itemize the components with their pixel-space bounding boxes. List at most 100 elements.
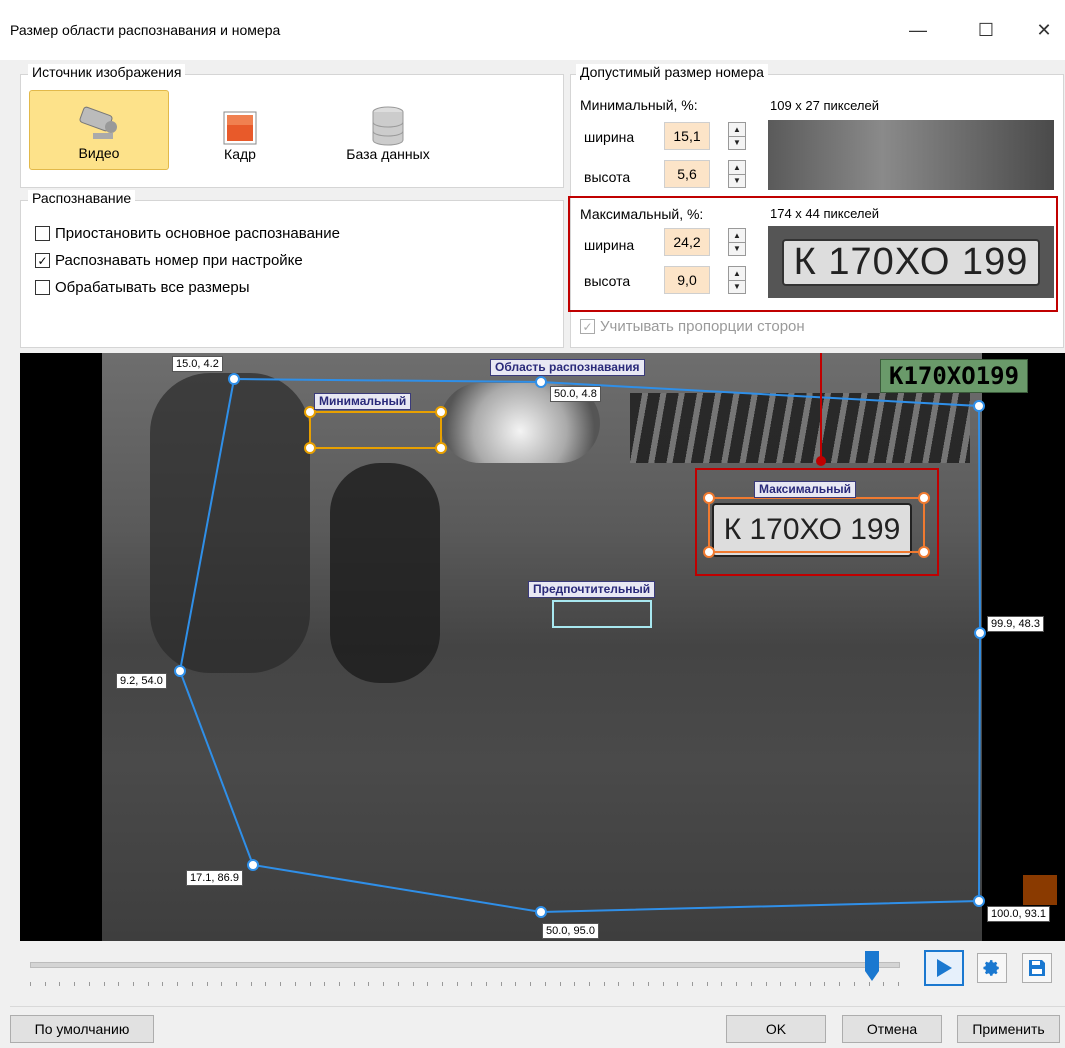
default-button[interactable]: По умолчанию <box>10 1015 154 1043</box>
timeline-tick <box>44 982 46 986</box>
spin-down-icon[interactable]: ▼ <box>729 243 745 256</box>
timeline-tick <box>397 982 399 986</box>
min-size-rect <box>309 411 442 449</box>
footer-divider <box>10 1006 1065 1007</box>
recognition-group-label: Распознавание <box>28 190 136 206</box>
save-button[interactable] <box>1022 953 1052 983</box>
spin-down-icon[interactable]: ▼ <box>729 281 745 294</box>
spin-down-icon[interactable]: ▼ <box>729 137 745 150</box>
timeline-tick <box>132 982 134 986</box>
spin-up-icon[interactable]: ▲ <box>729 161 745 175</box>
timeline-tick <box>88 982 90 986</box>
min-width-input[interactable]: 15,1 <box>664 122 710 150</box>
point-label: 9.2, 54.0 <box>116 673 167 689</box>
timeline-tick <box>59 982 61 986</box>
point-label: 15.0, 4.2 <box>172 356 223 372</box>
point-label: 99.9, 48.3 <box>987 616 1044 632</box>
close-button[interactable]: ✕ <box>1024 14 1064 46</box>
timeline-tick <box>353 982 355 986</box>
timeline-tick <box>383 982 385 986</box>
timeline-tick <box>706 982 708 986</box>
orange-marker <box>1023 875 1057 905</box>
source-video-label: Видео <box>78 145 120 161</box>
timeline-tick <box>647 982 649 986</box>
min-width-stepper[interactable]: ▲ ▼ <box>728 122 746 150</box>
timeline-tick <box>486 982 488 986</box>
max-label: Максимальный <box>754 481 856 498</box>
cancel-button[interactable]: Отмена <box>842 1015 942 1043</box>
timeline-track[interactable] <box>30 962 900 968</box>
timeline-tick <box>103 982 105 986</box>
overlay-shapes <box>174 353 1057 918</box>
play-button[interactable] <box>924 950 964 986</box>
recognition-group <box>20 200 564 348</box>
timeline-tick <box>530 982 532 986</box>
min-height-stepper[interactable]: ▲ ▼ <box>728 160 746 188</box>
timeline-thumb[interactable] <box>864 951 879 981</box>
timeline-tick <box>736 982 738 986</box>
timeline-tick <box>177 982 179 986</box>
settings-button[interactable] <box>977 953 1007 983</box>
spin-up-icon[interactable]: ▲ <box>729 267 745 281</box>
timeline-tick <box>309 982 311 986</box>
point-label: 50.0, 95.0 <box>542 923 599 939</box>
timeline-tick <box>206 982 208 986</box>
play-icon <box>937 959 952 977</box>
max-width-input[interactable]: 24,2 <box>664 228 710 256</box>
min-height-input[interactable]: 5,6 <box>664 160 710 188</box>
timeline-tick <box>294 982 296 986</box>
timeline-tick <box>633 982 635 986</box>
source-database-button[interactable]: База данных <box>318 90 458 170</box>
timeline-tick <box>235 982 237 986</box>
timeline-tick <box>74 982 76 986</box>
min-size-title: Минимальный, %: <box>580 97 698 113</box>
checkbox-box <box>35 280 50 295</box>
recognize-on-setup-checkbox[interactable]: ✓ Распознавать номер при настройке <box>35 252 303 269</box>
ok-button[interactable]: OK <box>726 1015 826 1043</box>
spin-up-icon[interactable]: ▲ <box>729 229 745 243</box>
timeline-tick <box>883 982 885 986</box>
point-label: 50.0, 4.8 <box>550 386 601 402</box>
timeline-tick <box>618 982 620 986</box>
timeline-tick <box>868 982 870 986</box>
video-viewer[interactable]: К 170ХО 199 Область распознавания Минима… <box>20 353 1065 941</box>
area-label: Область распознавания <box>490 359 645 376</box>
timeline-tick <box>898 982 899 986</box>
min-label: Минимальный <box>314 393 412 410</box>
timeline-tick <box>750 982 752 986</box>
camera-icon <box>79 106 117 139</box>
min-plate-preview <box>768 120 1054 190</box>
point-label: 100.0, 93.1 <box>987 906 1051 922</box>
timeline-ticks <box>30 982 899 988</box>
timeline-tick <box>191 982 193 986</box>
timeline-tick <box>265 982 267 986</box>
timeline-tick <box>765 982 767 986</box>
timeline-tick <box>456 982 458 986</box>
timeline-tick <box>147 982 149 986</box>
minimize-button[interactable]: — <box>898 14 938 46</box>
spin-down-icon[interactable]: ▼ <box>729 175 745 188</box>
checkbox-box: ✓ <box>580 319 595 334</box>
maximize-button[interactable]: ☐ <box>966 14 1006 46</box>
timeline-tick <box>824 982 826 986</box>
timeline-tick <box>338 982 340 986</box>
recognize-on-setup-label: Распознавать номер при настройке <box>55 252 303 269</box>
max-height-label: высота <box>584 273 631 289</box>
timeline-tick <box>30 982 31 986</box>
plate-preview-text: К 170ХО 199 <box>781 238 1041 286</box>
max-height-input[interactable]: 9,0 <box>664 266 710 294</box>
source-group-label: Источник изображения <box>28 64 186 80</box>
spin-up-icon[interactable]: ▲ <box>729 123 745 137</box>
timeline-tick <box>280 982 282 986</box>
keep-aspect-checkbox[interactable]: ✓ Учитывать пропорции сторон <box>580 318 805 335</box>
max-height-stepper[interactable]: ▲ ▼ <box>728 266 746 294</box>
source-frame-button[interactable]: Кадр <box>170 90 310 170</box>
timeline-tick <box>162 982 164 986</box>
min-height-label: высота <box>584 169 631 185</box>
source-video-button[interactable]: Видео <box>29 90 169 170</box>
process-all-sizes-checkbox[interactable]: Обрабатывать все размеры <box>35 279 250 296</box>
timeline-tick <box>662 982 664 986</box>
max-width-stepper[interactable]: ▲ ▼ <box>728 228 746 256</box>
apply-button[interactable]: Применить <box>957 1015 1060 1043</box>
pause-recognition-checkbox[interactable]: Приостановить основное распознавание <box>35 225 340 242</box>
